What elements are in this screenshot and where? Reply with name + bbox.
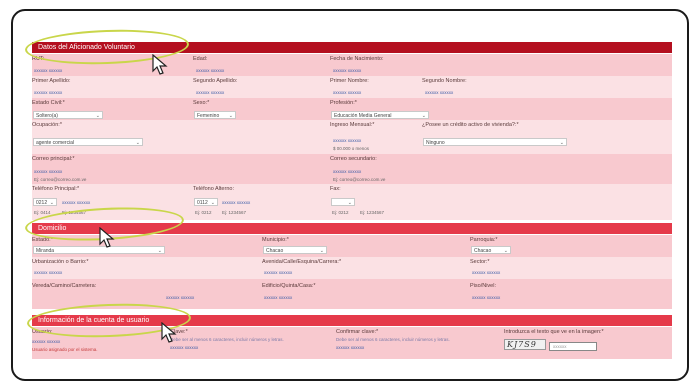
profesion-label: Profesión:* [330, 100, 357, 106]
chevron-down-icon: ⌄ [157, 248, 162, 254]
telefono-principal-code-select[interactable]: 0212 ⌄ [33, 198, 57, 206]
correo-principal-value[interactable]: xxxxxx xxxxxx [34, 169, 62, 175]
captcha-input[interactable]: xxxxxx [549, 342, 597, 351]
edificio-label: Edificio/Quinta/Casa:* [262, 283, 316, 289]
confirmar-clave-hint: Debe ser al menos 6 caracteres, incluir … [336, 337, 450, 342]
correo-secundario-label: Correo secundario: [330, 156, 377, 162]
edificio-value[interactable]: xxxxxx xxxxxx [264, 295, 292, 301]
fecha-nac-label: Fecha de Nacimiento: [330, 56, 384, 62]
ocupacion-label: Ocupación:* [32, 122, 62, 128]
row-band [32, 257, 672, 279]
usuario-note: Usuario asignado por el sistema. [32, 347, 98, 352]
ocupacion-selected: agente comercial [36, 140, 75, 146]
parroquia-selected: Chacao [474, 248, 492, 254]
fax-hint-number: Ej: 1234567 [360, 210, 385, 215]
profesion-select[interactable]: Educación Media General ⌄ [331, 111, 429, 119]
sexo-label: Sexo:* [193, 100, 210, 106]
municipio-label: Municipio:* [262, 237, 289, 243]
parroquia-label: Parroquia:* [470, 237, 498, 243]
telefono-principal-code: 0212 [36, 200, 48, 206]
primer-nombre-label: Primer Nombre: [330, 78, 369, 84]
sexo-select[interactable]: Femenino ⌄ [194, 111, 236, 119]
avenida-label: Avenida/Calle/Esquina/Carrera:* [262, 259, 342, 265]
credito-label: ¿Posee un crédito activo de vivienda?:* [422, 122, 519, 128]
segundo-apellido-label: Segundo Apellido: [193, 78, 238, 84]
sexo-selected: Femenino [197, 113, 220, 119]
municipio-selected: Chacao [266, 248, 284, 254]
estado-selected: Miranda [36, 248, 55, 254]
telefono-principal-label: Teléfono Principal:* [32, 186, 80, 192]
telefono-alterno-hint-number: Ej: 1234567 [222, 210, 247, 215]
vereda-label: Vereda/Camino/Carretera: [32, 283, 97, 289]
avenida-value[interactable]: xxxxxx xxxxxx [264, 270, 292, 276]
vereda-value[interactable]: xxxxxx xxxxxx [166, 295, 194, 301]
telefono-alterno-code: 0112 [197, 200, 208, 206]
cursor-arrow-icon [99, 227, 115, 248]
correo-secundario-value[interactable]: xxxxxx xxxxxx [333, 169, 361, 175]
confirmar-clave-value[interactable]: xxxxxx xxxxxx [336, 345, 364, 351]
fecha-nac-value: xxxxxx xxxxxx [333, 68, 362, 73]
sector-label: Sector:* [470, 259, 490, 265]
chevron-down-icon: ⌄ [210, 200, 215, 206]
captcha-label: Introduzca el texto que ve en la imagen:… [504, 329, 604, 335]
sector-value[interactable]: xxxxxx xxxxxx [472, 270, 500, 276]
chevron-down-icon: ⌄ [503, 248, 508, 254]
profesion-selected: Educación Media General [334, 113, 392, 119]
cursor-arrow-icon [161, 322, 177, 343]
edad-value: xxxxxx xxxxxx [196, 68, 225, 73]
chevron-down-icon: ⌄ [49, 200, 54, 206]
ingreso-hint: $ 00.000 o menos [333, 146, 370, 151]
primer-nombre-value: xxxxxx xxxxxx [333, 90, 362, 95]
ocupacion-select[interactable]: agente comercial ⌄ [33, 138, 143, 146]
confirmar-clave-label: Confirmar clave:* [336, 329, 379, 335]
piso-value[interactable]: xxxxxx xxxxxx [472, 295, 500, 301]
chevron-down-icon: ⌄ [347, 200, 352, 206]
captcha-image: KJ7S9 [504, 339, 546, 350]
chevron-down-icon: ⌄ [228, 113, 233, 119]
estado-civil-label: Estado Civil:* [32, 100, 65, 106]
urbanizacion-value[interactable]: xxxxxx xxxxxx [34, 270, 62, 276]
credito-select[interactable]: Ninguno ⌄ [423, 138, 567, 146]
clave-value[interactable]: xxxxxx xxxxxx [170, 345, 198, 351]
segundo-nombre-value: xxxxxx xxxxxx [425, 90, 454, 95]
chevron-down-icon: ⌄ [421, 113, 426, 119]
fax-code-select[interactable]: ⌄ [331, 198, 355, 206]
correo-principal-hint: Ej: correo@correo.com.ve [34, 177, 87, 182]
fax-hint-code: Ej: 0212 [332, 210, 349, 215]
segundo-nombre-label: Segundo Nombre: [422, 78, 467, 84]
chevron-down-icon: ⌄ [135, 140, 140, 146]
telefono-alterno-code-select[interactable]: 0112 ⌄ [194, 198, 218, 206]
cursor-arrow-icon [152, 54, 168, 75]
chevron-down-icon: ⌄ [95, 113, 100, 119]
correo-secundario-hint: Ej: correo@correo.com.ve [333, 177, 386, 182]
telefono-alterno-label: Teléfono Alterno: [193, 186, 234, 192]
ingreso-label: Ingreso Mensual:* [330, 122, 375, 128]
parroquia-select[interactable]: Chacao ⌄ [471, 246, 511, 254]
telefono-alterno-hint-code: Ej: 0212 [195, 210, 212, 215]
correo-principal-label: Correo principal:* [32, 156, 75, 162]
ingreso-value[interactable]: xxxxxx xxxxxx [333, 138, 361, 144]
edad-label: Edad: [193, 56, 208, 62]
telefono-principal-value[interactable]: xxxxxx xxxxxx [62, 200, 90, 206]
primer-apellido-label: Primer Apellido: [32, 78, 71, 84]
primer-apellido-value: xxxxxx xxxxxx [34, 90, 63, 95]
segundo-apellido-value: xxxxxx xxxxxx [196, 90, 225, 95]
municipio-select[interactable]: Chacao ⌄ [263, 246, 327, 254]
credito-selected: Ninguno [426, 140, 445, 146]
chevron-down-icon: ⌄ [319, 248, 324, 254]
rut-value: xxxxxx xxxxxx [34, 68, 63, 73]
estado-civil-select[interactable]: Soltero(a) ⌄ [33, 111, 103, 119]
clave-hint: Debe ser al menos 6 caracteres, incluir … [170, 337, 284, 342]
chevron-down-icon: ⌄ [559, 140, 564, 146]
piso-label: Piso/Nivel: [470, 283, 496, 289]
telefono-alterno-value[interactable]: xxxxxx xxxxxx [222, 200, 250, 206]
estado-civil-selected: Soltero(a) [36, 113, 58, 119]
urbanizacion-label: Urbanización o Barrio:* [32, 259, 89, 265]
usuario-value: xxxxxx xxxxxx [32, 339, 61, 344]
fax-label: Fax: [330, 186, 341, 192]
